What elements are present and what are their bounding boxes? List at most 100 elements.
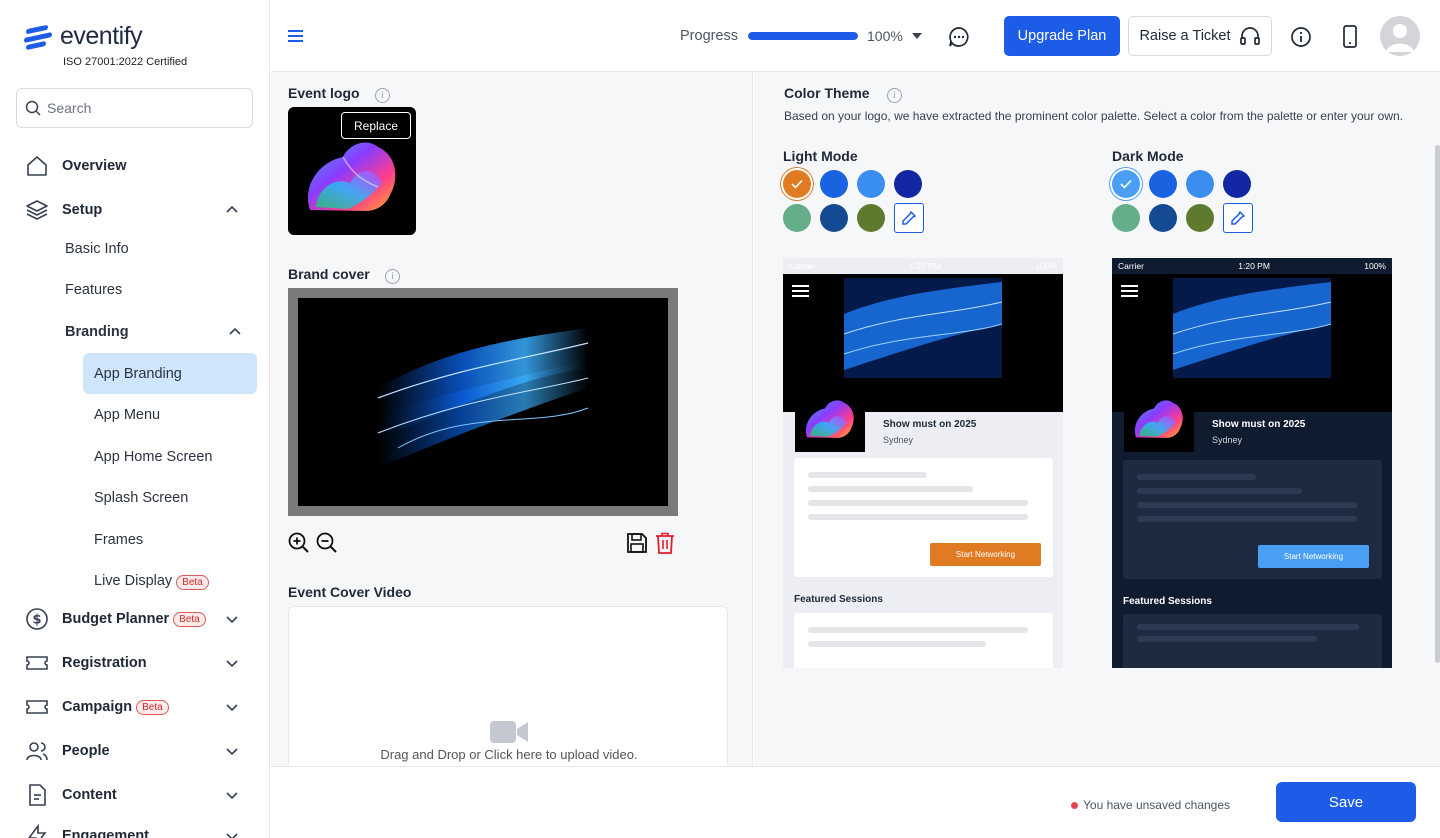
caret-down-icon[interactable]	[912, 33, 922, 39]
event-logo-preview[interactable]: Replace	[288, 107, 416, 235]
check-icon	[791, 179, 803, 189]
light-color-swatch[interactable]	[857, 170, 885, 198]
info-icon[interactable]: i	[385, 269, 400, 284]
progress-label: Progress	[680, 28, 739, 44]
dark-color-swatch[interactable]	[1186, 204, 1214, 232]
nav-overview[interactable]: Overview	[24, 148, 127, 184]
beta-badge: Beta	[173, 611, 206, 627]
save-icon[interactable]	[626, 532, 648, 554]
eventify-logo-icon	[24, 23, 54, 51]
unsaved-text: You have unsaved changes	[1083, 798, 1231, 812]
info-icon[interactable]	[1290, 26, 1312, 48]
dark-color-swatch[interactable]	[1112, 204, 1140, 232]
dark-color-swatch[interactable]	[1149, 204, 1177, 232]
unsaved-changes-indicator: You have unsaved changes	[1071, 798, 1230, 812]
brand-cover-image	[298, 298, 668, 506]
chevron-down-icon[interactable]	[224, 611, 240, 627]
eyedropper-icon	[902, 210, 917, 225]
chevron-up-icon[interactable]	[227, 324, 243, 340]
nav-basic-info[interactable]: Basic Info	[65, 241, 129, 257]
time-label: 1:20 PM	[909, 261, 941, 271]
chevron-down-icon[interactable]	[224, 743, 240, 759]
nav-content[interactable]: Content	[24, 777, 254, 813]
nav-splash-screen[interactable]: Splash Screen	[94, 490, 188, 506]
zoom-out-icon[interactable]	[316, 532, 338, 554]
chevron-down-icon[interactable]	[224, 787, 240, 803]
dark-color-picker[interactable]	[1223, 203, 1253, 233]
light-color-picker[interactable]	[894, 203, 924, 233]
cover-light-streaks-image	[377, 328, 589, 488]
ticket-icon	[24, 694, 50, 720]
info-icon[interactable]: i	[375, 88, 390, 103]
beta-badge: Beta	[136, 699, 169, 715]
nav-features[interactable]: Features	[65, 282, 122, 298]
video-upload-dropzone[interactable]: Drag and Drop or Click here to upload vi…	[288, 606, 728, 766]
upgrade-plan-button[interactable]: Upgrade Plan	[1004, 16, 1120, 56]
nav-setup-label: Setup	[62, 202, 103, 218]
light-color-swatch[interactable]	[820, 204, 848, 232]
light-color-swatch[interactable]	[894, 170, 922, 198]
carrier-text: Carrier	[789, 261, 815, 271]
nav-live-display-label: Live Display	[94, 573, 173, 589]
chevron-down-icon[interactable]	[224, 828, 240, 838]
color-theme-description: Based on your logo, we have extracted th…	[784, 109, 1404, 123]
nav-live-display[interactable]: Live Display Beta	[94, 573, 209, 590]
user-avatar[interactable]	[1380, 16, 1420, 56]
scrollbar[interactable]	[1435, 145, 1440, 663]
brand-logo[interactable]: eventify	[24, 22, 143, 51]
light-color-swatch[interactable]	[783, 170, 811, 198]
nav-content-label: Content	[62, 787, 117, 803]
chevron-down-icon[interactable]	[224, 655, 240, 671]
chat-icon[interactable]	[948, 26, 970, 48]
chevron-up-icon[interactable]	[224, 202, 240, 218]
brand-cover-label: Brand cover	[288, 266, 370, 282]
nav-people[interactable]: People	[24, 733, 254, 769]
info-icon[interactable]: i	[887, 88, 902, 103]
raise-ticket-button[interactable]: Raise a Ticket	[1128, 16, 1272, 56]
dark-color-swatch[interactable]	[1149, 170, 1177, 198]
nav-setup[interactable]: Setup	[24, 192, 254, 228]
menu-icon[interactable]	[287, 28, 305, 44]
search-box[interactable]	[16, 88, 253, 128]
preview-card: Start Networking	[1123, 460, 1382, 579]
progress-bar	[748, 32, 858, 40]
phone-status-bar: Carrier 1:20 PM 100%	[1112, 258, 1392, 274]
trash-icon[interactable]	[655, 532, 675, 554]
top-bar: Progress 100% Upgrade Plan Raise a Ticke…	[271, 0, 1440, 72]
nav-app-menu[interactable]: App Menu	[94, 407, 160, 423]
light-color-swatch[interactable]	[820, 170, 848, 198]
bolt-icon	[24, 823, 50, 838]
light-mode-preview: Carrier 1:20 PM 100% Show must on 2025 S…	[783, 258, 1063, 668]
dark-color-swatch[interactable]	[1112, 170, 1140, 198]
light-color-swatch[interactable]	[857, 204, 885, 232]
event-cover-video-label: Event Cover Video	[288, 584, 412, 600]
zoom-in-icon[interactable]	[288, 532, 310, 554]
dark-color-swatch[interactable]	[1186, 170, 1214, 198]
mobile-preview-icon[interactable]	[1341, 25, 1359, 49]
headset-icon	[1239, 27, 1260, 45]
nav-branding[interactable]: Branding	[65, 324, 245, 340]
brand-cover-cropper[interactable]	[288, 288, 678, 516]
nav-registration[interactable]: Registration	[24, 645, 254, 681]
carrier-label: Carrier	[1118, 261, 1144, 271]
dark-mode-label: Dark Mode	[1112, 148, 1184, 164]
brand-name: eventify	[60, 22, 143, 50]
nav-campaign[interactable]: Campaign Beta	[24, 689, 254, 725]
preview-city: Sydney	[1212, 435, 1243, 445]
replace-logo-button[interactable]: Replace	[341, 112, 411, 139]
nav-budget-label: Budget Planner	[62, 611, 170, 627]
search-input[interactable]	[47, 100, 237, 116]
beta-badge: Beta	[176, 575, 209, 590]
save-button[interactable]: Save	[1276, 782, 1416, 822]
chevron-down-icon[interactable]	[224, 699, 240, 715]
nav-frames[interactable]: Frames	[94, 532, 143, 548]
nav-app-branding[interactable]: App Branding	[83, 353, 257, 394]
nav-engagement[interactable]: Engagement	[24, 818, 254, 838]
nav-people-label: People	[62, 743, 110, 759]
dark-color-swatch[interactable]	[1223, 170, 1251, 198]
raise-ticket-label: Raise a Ticket	[1139, 28, 1231, 44]
nav-budget-planner[interactable]: $ Budget Planner Beta	[24, 601, 254, 637]
light-color-swatch[interactable]	[783, 204, 811, 232]
branding-assets-panel: Event logo i Replace Brand cover i Event…	[271, 72, 753, 766]
nav-app-home-screen[interactable]: App Home Screen	[94, 449, 212, 465]
